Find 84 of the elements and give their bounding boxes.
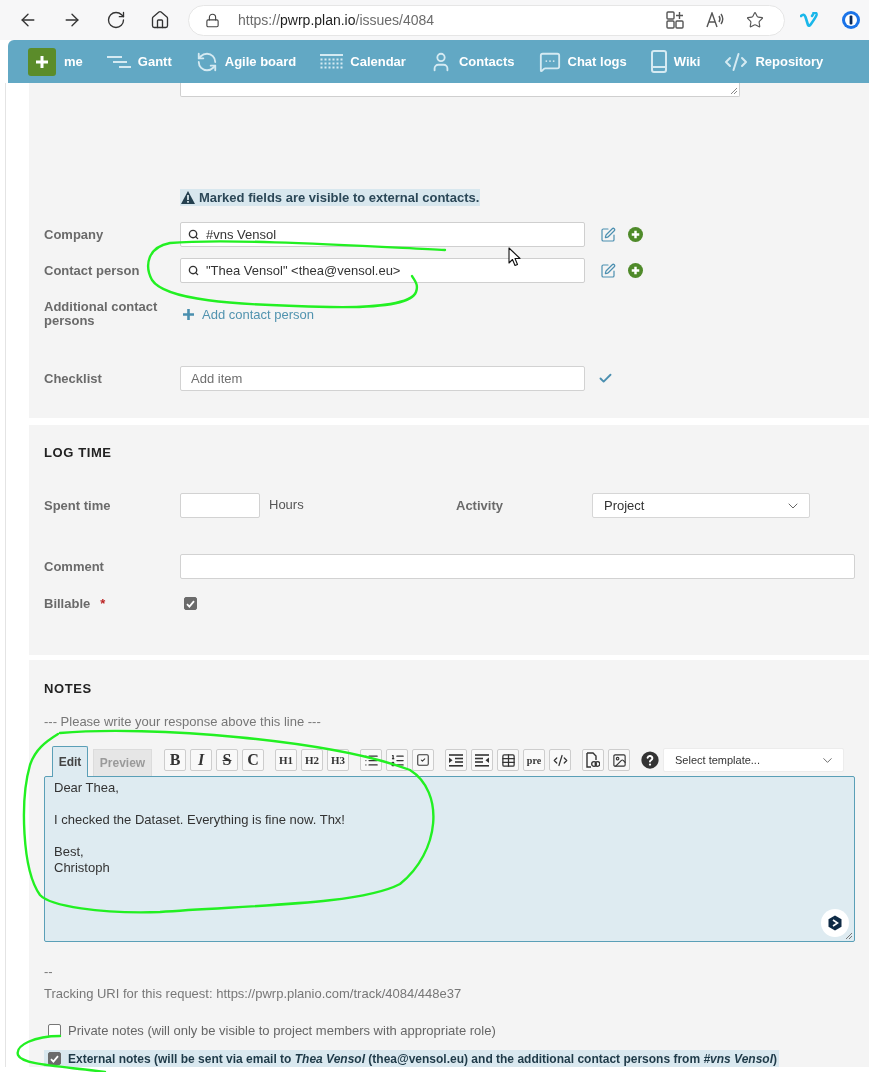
outdent-icon <box>475 753 489 767</box>
search-icon <box>188 229 199 240</box>
checkbox-icon <box>416 753 430 767</box>
toolbar-button[interactable]: H1 <box>275 749 297 771</box>
toolbar-button[interactable] <box>412 749 434 771</box>
field-label: Comment <box>44 559 105 574</box>
billable-checkbox[interactable] <box>184 597 197 610</box>
required-mark: * <box>100 596 106 611</box>
cycle-arrows-icon <box>195 50 218 73</box>
resize-grip-icon <box>845 932 853 940</box>
toolbar-button[interactable]: H2 <box>301 749 323 771</box>
field-label: Contact person <box>44 263 141 278</box>
notice-text: Marked fields are visible to external contacts. <box>199 190 480 205</box>
hours-input[interactable] <box>180 493 260 518</box>
plus-icon <box>36 55 48 68</box>
field-label: Activity <box>456 498 504 513</box>
add-tab-icon[interactable] <box>666 11 684 29</box>
search-input-field[interactable]: "Thea Vensol" <thea@vensol.eu> <box>180 258 585 283</box>
checkmark-icon <box>186 599 195 608</box>
add-circle-icon[interactable] <box>628 263 643 278</box>
checklist-input[interactable]: Add item <box>180 366 585 391</box>
bullet-list-icon <box>363 752 379 768</box>
toolbar-button[interactable] <box>608 749 630 771</box>
indent-icon <box>449 753 463 767</box>
plus-icon <box>183 308 194 320</box>
toolbar-button[interactable]: S <box>216 749 238 771</box>
response-hint: --- Please write your response above this line --- <box>44 715 322 729</box>
gantt-lines-icon <box>106 54 131 69</box>
field-label: Checklist <box>44 371 103 386</box>
field-label: Spent time <box>44 498 112 513</box>
check-icon[interactable] <box>598 371 613 386</box>
search-icon <box>188 265 199 276</box>
section-title: NOTES <box>44 682 93 696</box>
edit-icon[interactable] <box>600 262 616 279</box>
add-circle-icon[interactable] <box>628 227 643 242</box>
keyhole-circle-icon[interactable] <box>842 11 860 29</box>
page-icon <box>650 50 667 73</box>
toolbar-button[interactable] <box>582 749 604 771</box>
signature-separator: -- <box>44 965 54 979</box>
toolbar-button[interactable] <box>445 749 467 771</box>
help-icon[interactable] <box>641 751 659 769</box>
chat-bubble-icon <box>538 50 561 73</box>
unit-label: Hours <box>269 497 305 512</box>
field-label: Billable <box>44 596 92 611</box>
mouse-pointer-icon <box>508 247 521 267</box>
hexagon-badge-icon[interactable] <box>821 909 849 937</box>
comment-input[interactable] <box>180 554 855 579</box>
calendar-icon <box>320 54 344 69</box>
toolbar-button[interactable] <box>549 749 571 771</box>
field-label: Additional contact persons <box>44 300 159 328</box>
toolbar-button[interactable]: C <box>242 749 264 771</box>
toolbar-button[interactable] <box>497 749 519 771</box>
new-item-button[interactable] <box>28 47 56 76</box>
lock-icon <box>205 12 220 28</box>
option-label: External notes (will be sent via email to Thea Vensol (thea@vensol.eu) and the additional contact persons from #vns Vensol) <box>68 1051 777 1066</box>
star-icon[interactable] <box>746 11 764 29</box>
editor-tab[interactable]: Edit <box>52 746 88 777</box>
edit-icon[interactable] <box>600 226 616 243</box>
toolbar-button[interactable]: B <box>164 749 186 771</box>
activity-select[interactable]: Project <box>592 493 810 518</box>
checkmark-icon <box>50 1054 59 1063</box>
toolbar-button[interactable]: I <box>190 749 212 771</box>
option-label: Private notes (will only be visible to project members with appropriate role) <box>68 1023 496 1038</box>
field-label: Company <box>44 227 105 242</box>
section-title: LOG TIME <box>44 446 113 460</box>
search-input-field[interactable]: #vns Vensol <box>180 222 585 247</box>
code-icon <box>552 752 568 768</box>
option-checkbox[interactable] <box>48 1052 61 1065</box>
text-area-field[interactable] <box>180 83 740 97</box>
toolbar-button[interactable] <box>471 749 493 771</box>
file-link-icon <box>586 752 600 768</box>
numbered-list-icon <box>389 752 405 768</box>
toolbar-button[interactable]: pre <box>523 749 545 771</box>
read-aloud-icon[interactable] <box>706 12 724 28</box>
image-icon <box>611 752 627 768</box>
address-bar[interactable]: https://pwrp.plan.io/issues/4084 <box>188 4 785 36</box>
template-select[interactable]: Select template... <box>663 748 844 772</box>
url-text: https://pwrp.plan.io/issues/4084 <box>238 12 436 28</box>
table-icon <box>500 752 516 768</box>
tracking-uri-text: Tracking URI for this request: https://pwrp.planio.com/track/4084/448e37 <box>44 987 463 1001</box>
home-icon[interactable] <box>150 10 170 30</box>
resize-grip-icon <box>730 87 738 95</box>
notes-editor[interactable]: Dear Thea, I checked the Dataset. Everything is fine now. Thx! Best, Christoph <box>44 776 855 942</box>
reload-icon[interactable] <box>106 10 126 30</box>
